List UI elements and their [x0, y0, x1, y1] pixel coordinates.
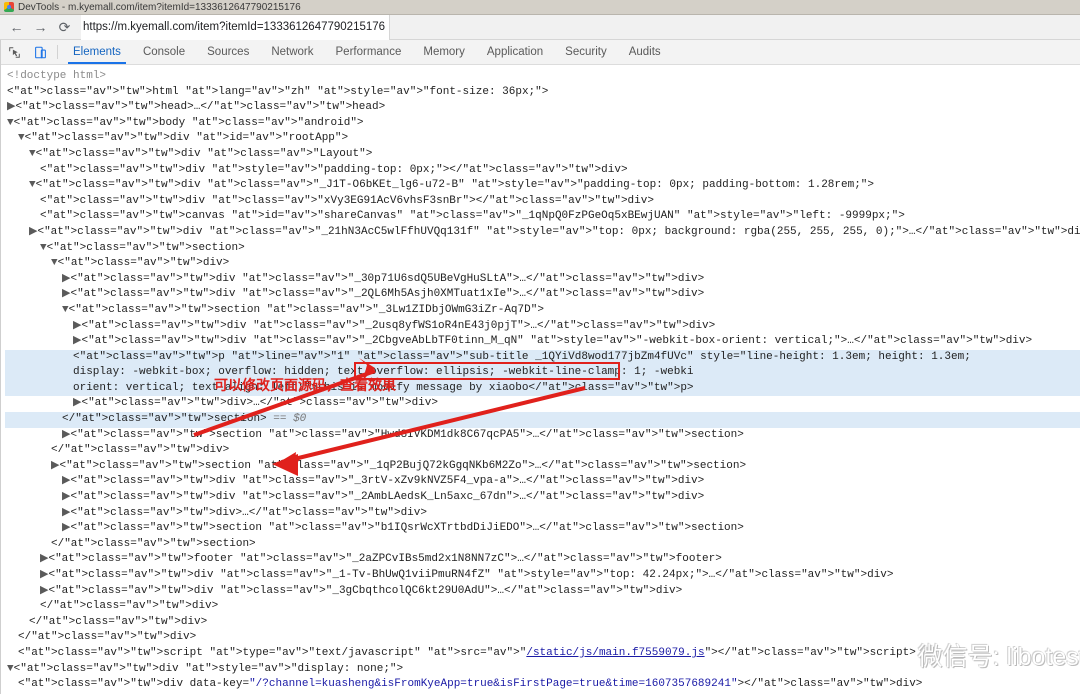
dom-line[interactable]: ▶<"at">class="av">"tw">div "at">class="a…: [5, 334, 1080, 350]
dom-line[interactable]: <"at">class="av">"tw">script "at">type="…: [5, 646, 1080, 662]
dom-line[interactable]: ▼<"at">class="av">"tw">section "at">clas…: [5, 303, 1080, 319]
dom-tree[interactable]: <!doctype html> <"at">class="av">"tw">htm…: [1, 65, 1080, 694]
tab-security[interactable]: Security: [554, 40, 618, 64]
tab-sources[interactable]: Sources: [196, 40, 260, 64]
dom-line[interactable]: <"at">class="av">"tw">html "at">lang="av…: [5, 85, 1080, 101]
window-title-bar: DevTools - m.kyemall.com/item?itemId=133…: [0, 0, 1080, 15]
reload-icon[interactable]: ⟳: [57, 20, 72, 35]
dom-line[interactable]: ▼<"at">class="av">"tw">div "at">class="a…: [5, 147, 1080, 163]
tab-console[interactable]: Console: [132, 40, 196, 64]
dom-line[interactable]: <"at">class="av">"tw">p "at">line="av">"…: [5, 349, 1080, 366]
dom-line[interactable]: ▶<"at">class="av">"tw">section "at">clas…: [5, 428, 1080, 444]
dom-line[interactable]: display: -webkit-box; overflow: hidden; …: [5, 365, 1080, 381]
dom-line[interactable]: ▶<"at">class="av">"tw">div "at">class="a…: [5, 225, 1080, 241]
main-area: RAWBERRY STRAW 99 STRAWBERRY ⌂ 热销: [0, 40, 1080, 694]
dom-line[interactable]: ▶<"at">class="av">"tw">section "at">clas…: [5, 521, 1080, 537]
forward-arrow-icon[interactable]: →: [33, 20, 48, 35]
dom-line[interactable]: <"at">class="av">"tw">canvas "at">id="av…: [5, 209, 1080, 225]
dom-line[interactable]: ▶<"at">class="av">"tw">div "at">class="a…: [5, 584, 1080, 600]
window-title: DevTools - m.kyemall.com/item?itemId=133…: [18, 1, 301, 13]
dom-line[interactable]: ▶<"at">class="av">"tw">div "at">class="a…: [5, 474, 1080, 490]
dom-line[interactable]: ▶<"at">class="av">"tw">section "at">clas…: [5, 459, 1080, 475]
dom-line[interactable]: ▼<"at">class="av">"tw">div "at">class="a…: [5, 178, 1080, 194]
dom-line[interactable]: <"at">class="av">"tw">div "at">class="av…: [5, 194, 1080, 210]
dom-line[interactable]: orient: vertical; text-align: left;">thi…: [5, 380, 1080, 397]
dom-line[interactable]: ▼<"at">class="av">"tw">div>: [5, 256, 1080, 272]
dom-line[interactable]: </"at">class="av">"tw">div>: [5, 599, 1080, 615]
dom-line[interactable]: ▶<"at">class="av">"tw">footer "at">class…: [5, 552, 1080, 568]
toolbar-divider: [57, 45, 58, 59]
tab-audits[interactable]: Audits: [618, 40, 672, 64]
dom-line[interactable]: ▶<"at">class="av">"tw">div "at">class="a…: [5, 319, 1080, 335]
dom-line[interactable]: ▶<"at">class="av">"tw">div "at">class="a…: [5, 490, 1080, 506]
tab-memory[interactable]: Memory: [412, 40, 476, 64]
annotation-note: 可以修改页面源码，查看效果: [214, 377, 396, 393]
browser-toolbar: ← → ⟳ https://m.kyemall.com/item?itemId=…: [0, 14, 1080, 40]
dom-line[interactable]: </"at">class="av">"tw">section>: [5, 537, 1080, 553]
dom-line[interactable]: ▼<"at">class="av">"tw">section>: [5, 241, 1080, 257]
device-toolbar-icon[interactable]: [27, 40, 53, 64]
dom-line[interactable]: ▼<"at">class="av">"tw">div "at">style="a…: [5, 662, 1080, 678]
dom-line[interactable]: </"at">class="av">"tw">div>: [5, 443, 1080, 459]
inspect-element-icon[interactable]: [1, 40, 27, 64]
back-arrow-icon[interactable]: ←: [9, 20, 24, 35]
dom-line[interactable]: ▶<"at">class="av">"tw">div>…</"at">class…: [5, 396, 1080, 412]
dom-line[interactable]: </"at">class="av">"tw">section> == $0: [5, 412, 1080, 428]
dom-line[interactable]: ▼<"at">class="av">"tw">body "at">class="…: [5, 116, 1080, 132]
devtools-pane: Elements Console Sources Network Perform…: [1, 40, 1080, 694]
dom-line[interactable]: ▶<"at">class="av">"tw">head>…</"at">clas…: [5, 100, 1080, 116]
tab-network[interactable]: Network: [260, 40, 324, 64]
toolbar-divider: [389, 14, 390, 40]
tab-performance[interactable]: Performance: [325, 40, 413, 64]
chrome-favicon-icon: [4, 2, 14, 12]
dom-line[interactable]: ▶<"at">class="av">"tw">div "at">class="a…: [5, 272, 1080, 288]
tab-elements[interactable]: Elements: [62, 40, 132, 64]
address-bar[interactable]: https://m.kyemall.com/item?itemId=133361…: [81, 14, 389, 40]
devtools-tab-bar: Elements Console Sources Network Perform…: [1, 40, 1080, 65]
dom-line[interactable]: ▶<"at">class="av">"tw">div "at">class="a…: [5, 287, 1080, 303]
dom-line[interactable]: ▶<"at">class="av">"tw">div "at">class="a…: [5, 568, 1080, 584]
dom-line[interactable]: ▶<"at">class="av">"tw">div>…</"at">class…: [5, 506, 1080, 522]
dom-line[interactable]: ▼<"at">class="av">"tw">div "at">id="av">…: [5, 131, 1080, 147]
dom-line[interactable]: <!doctype html>: [5, 69, 1080, 85]
tab-application[interactable]: Application: [476, 40, 554, 64]
dom-line[interactable]: </"at">class="av">"tw">div>: [5, 615, 1080, 631]
dom-line[interactable]: <"at">class="av">"tw">div data-key="/?ch…: [5, 677, 1080, 693]
navigation-buttons: ← → ⟳: [0, 20, 81, 35]
dom-line[interactable]: </"at">class="av">"tw">div>: [5, 630, 1080, 646]
dom-line[interactable]: <"at">class="av">"tw">div "at">style="av…: [5, 163, 1080, 179]
